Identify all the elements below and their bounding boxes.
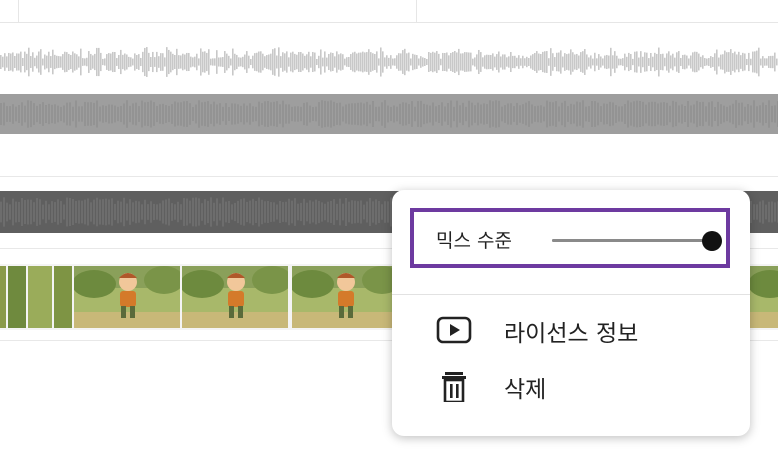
play-box-icon xyxy=(436,316,472,344)
clip-context-menu: 믹스 수준 라이선스 정보 삭제 xyxy=(392,190,750,436)
video-frame-block xyxy=(28,266,52,328)
menu-divider xyxy=(392,294,750,295)
license-info-menu-item[interactable]: 라이선스 정보 xyxy=(392,304,750,354)
mix-level-label: 믹스 수준 xyxy=(436,230,512,252)
video-thumbnail xyxy=(180,266,292,328)
delete-menu-item[interactable]: 삭제 xyxy=(392,360,750,410)
mix-level-slider-track[interactable] xyxy=(552,239,712,242)
video-frame-block xyxy=(8,266,26,328)
mix-level-control[interactable]: 믹스 수준 xyxy=(410,208,730,268)
voice-track-waveform[interactable] xyxy=(0,94,778,134)
music-track-waveform[interactable] xyxy=(0,36,778,88)
video-frame-block xyxy=(0,266,6,328)
ruler-tick xyxy=(18,0,19,22)
ruler-tick xyxy=(416,0,417,22)
trash-icon xyxy=(442,372,466,402)
mix-level-slider-thumb[interactable] xyxy=(702,231,722,251)
video-frame-block xyxy=(54,266,72,328)
track-separator xyxy=(0,176,778,177)
video-thumbnail xyxy=(72,266,184,328)
license-info-label: 라이선스 정보 xyxy=(504,321,639,347)
delete-label: 삭제 xyxy=(504,377,547,403)
timeline-ruler xyxy=(0,0,778,23)
video-thumbnail xyxy=(290,266,402,328)
video-thumbnail xyxy=(748,266,778,328)
mix-level-slider-fill xyxy=(552,239,712,242)
